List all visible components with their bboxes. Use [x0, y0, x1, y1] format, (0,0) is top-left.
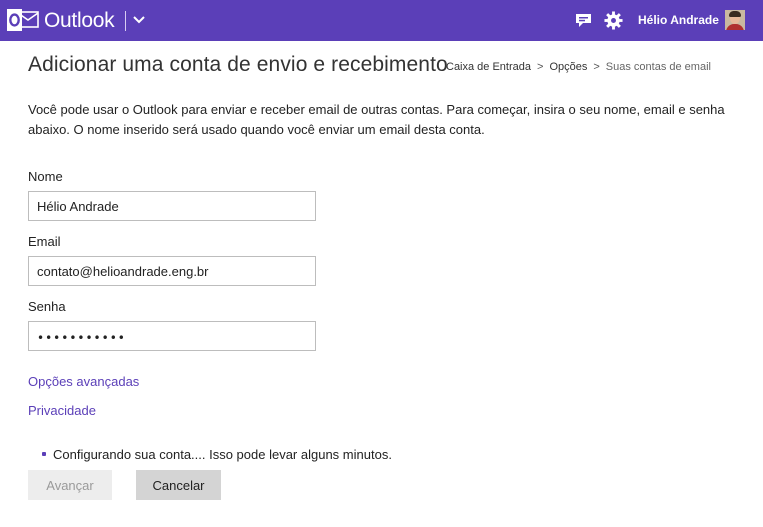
password-label: Senha: [28, 299, 66, 314]
email-field[interactable]: [28, 256, 316, 286]
outlook-logo-icon[interactable]: [7, 9, 39, 31]
page-title: Adicionar uma conta de envio e recebimen…: [28, 53, 448, 76]
avatar[interactable]: [725, 10, 745, 30]
avatar-shirt: [726, 24, 744, 30]
breadcrumb-options[interactable]: Opções: [549, 61, 587, 73]
breadcrumb-separator: >: [593, 61, 600, 73]
password-mask: •••••••••••: [37, 331, 126, 345]
status-message: Configurando sua conta.... Isso pode lev…: [53, 447, 392, 462]
user-name[interactable]: Hélio Andrade: [638, 13, 719, 27]
chevron-down-icon[interactable]: [131, 12, 147, 28]
breadcrumb-current: Suas contas de email: [605, 61, 711, 73]
top-bar: Outlook Hélio Andrade: [0, 0, 763, 41]
name-field[interactable]: [28, 191, 316, 221]
brand-name[interactable]: Outlook: [44, 9, 115, 33]
feedback-icon[interactable]: [575, 13, 592, 28]
name-label: Nome: [28, 169, 63, 184]
breadcrumb: Caixa de Entrada > Opções > Suas contas de e…: [446, 61, 711, 73]
avatar-hair: [729, 11, 741, 17]
gear-icon[interactable]: [604, 11, 623, 30]
breadcrumb-separator: >: [537, 61, 544, 73]
next-button[interactable]: Avançar: [28, 470, 112, 500]
privacy-link[interactable]: Privacidade: [28, 403, 96, 418]
breadcrumb-inbox[interactable]: Caixa de Entrada: [446, 61, 531, 73]
status-bullet-icon: [42, 452, 46, 456]
email-label: Email: [28, 234, 61, 249]
cancel-button[interactable]: Cancelar: [136, 470, 221, 500]
topbar-divider: [125, 11, 126, 31]
advanced-options-link[interactable]: Opções avançadas: [28, 374, 139, 389]
intro-text: Você pode usar o Outlook para enviar e r…: [28, 102, 725, 137]
